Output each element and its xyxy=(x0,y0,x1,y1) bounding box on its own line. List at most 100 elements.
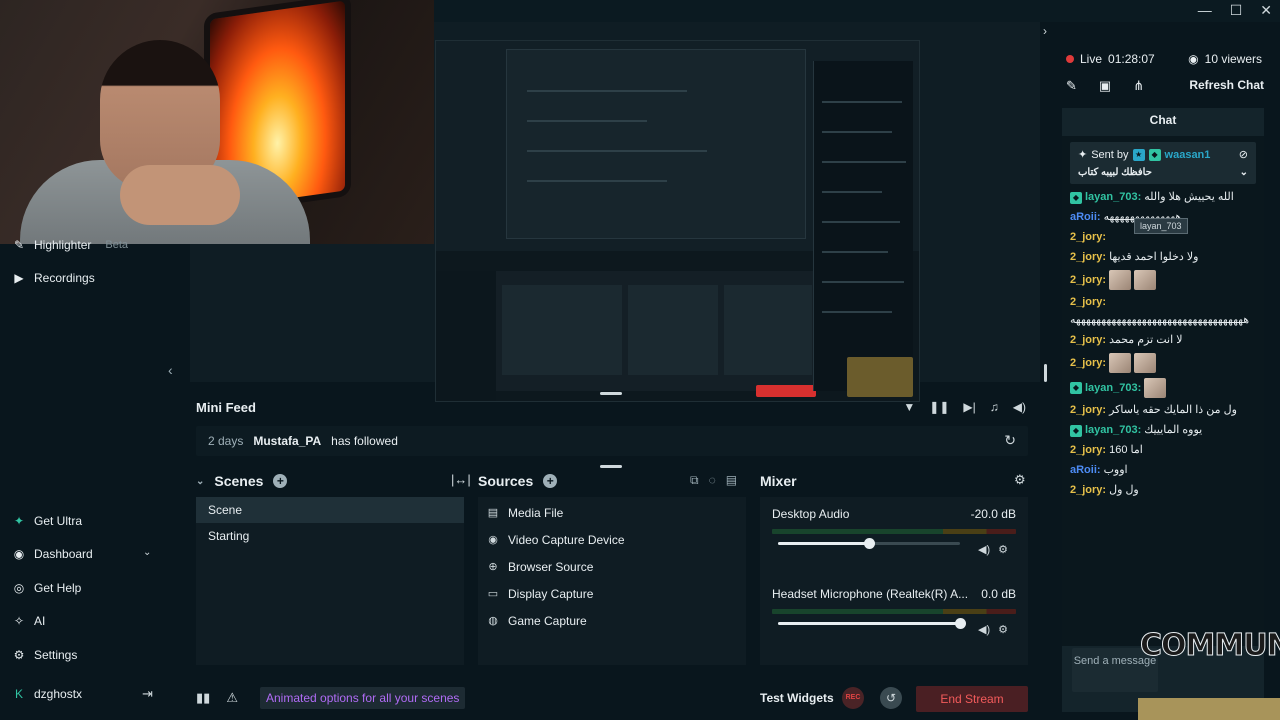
chat-username[interactable]: 2_jory: xyxy=(1070,443,1106,458)
chat-username[interactable]: 2_jory: xyxy=(1070,356,1106,371)
beta-badge: Beta xyxy=(105,239,129,251)
pause-icon[interactable]: ❚❚ xyxy=(929,400,949,414)
volume-slider[interactable] xyxy=(778,618,966,629)
source-item-video-capture[interactable]: ◉ Video Capture Device xyxy=(478,526,746,553)
slider-knob[interactable] xyxy=(955,618,966,629)
chat-message[interactable]: ◆ layan_703: الله يحييش هلا والله xyxy=(1070,190,1256,205)
bell-icon[interactable]: ♫ xyxy=(990,400,999,414)
add-scene-button[interactable]: + xyxy=(273,474,288,488)
scene-transition-icon[interactable]: |↔| xyxy=(451,472,471,487)
sidebar-item-get-ultra[interactable]: ✦ Get Ultra xyxy=(12,514,82,528)
chat-message[interactable]: 2_jory: ول من ذا المايك حقه ياساكر xyxy=(1070,403,1256,418)
logout-icon[interactable]: ⇥ xyxy=(142,686,153,702)
chat-username[interactable]: 2_jory: xyxy=(1070,403,1106,418)
chat-username[interactable]: 2_jory: xyxy=(1070,230,1106,245)
chat-resize-handle[interactable] xyxy=(1044,364,1047,382)
chat-message[interactable]: 2_jory: xyxy=(1070,270,1256,290)
emote-image xyxy=(1144,378,1167,398)
skip-icon[interactable]: ▶| xyxy=(963,400,975,414)
source-item-display-capture[interactable]: ▭ Display Capture xyxy=(478,580,746,607)
chat-message[interactable]: 2_jory: اما 160 xyxy=(1070,443,1256,458)
alert-icon[interactable]: ⚠ xyxy=(226,690,238,706)
maximize-icon[interactable]: ☐ xyxy=(1230,2,1243,19)
source-item-media-file[interactable]: ▤ Media File xyxy=(478,499,746,526)
end-stream-button[interactable]: End Stream xyxy=(916,686,1028,712)
chat-username[interactable]: layan_703: xyxy=(1085,190,1141,205)
chat-message[interactable]: 2_jory: لا انت تزم محمد xyxy=(1070,333,1256,348)
sidebar-item-dashboard[interactable]: ◉ Dashboard xyxy=(12,547,93,561)
volume-icon[interactable]: ◀) xyxy=(1013,400,1026,414)
rec-button[interactable]: REC xyxy=(842,687,864,709)
test-widgets-button[interactable]: Test Widgets xyxy=(760,691,834,705)
replay-event-icon[interactable]: ↻ xyxy=(1004,432,1016,449)
filter-icon[interactable]: ▼ xyxy=(903,400,915,414)
sidebar-item-ai[interactable]: ✧ AI xyxy=(12,614,45,628)
emote-image xyxy=(1109,353,1132,373)
live-status: Live 01:28:07 xyxy=(1066,52,1155,66)
mixer-settings-icon[interactable]: ⚙ xyxy=(1014,472,1026,488)
sidebar-item-settings[interactable]: ⚙ Settings xyxy=(12,648,78,662)
stats-icon[interactable]: ▮▮ xyxy=(196,690,210,706)
speaker-icon[interactable]: ◀) xyxy=(978,543,990,556)
gear-icon[interactable]: ⚙ xyxy=(998,623,1008,636)
scene-item[interactable]: Scene xyxy=(196,497,464,523)
sidebar-item-highlighter[interactable]: ✎ Highlighter Beta xyxy=(12,238,128,252)
add-source-button[interactable]: + xyxy=(543,474,558,488)
replay-buffer-icon[interactable]: ↺ xyxy=(880,687,902,709)
mini-feed-controls: ▼ ❚❚ ▶| ♫ ◀) xyxy=(903,400,1026,414)
volume-slider[interactable] xyxy=(778,538,960,549)
chevron-down-icon[interactable]: ⌄ xyxy=(1240,167,1248,178)
chat-username[interactable]: layan_703: xyxy=(1085,381,1141,396)
chat-username[interactable]: 2_jory: xyxy=(1070,250,1106,265)
ai-icon: ✧ xyxy=(13,614,25,628)
expand-chat-icon[interactable]: › xyxy=(1043,24,1047,38)
collapse-icon[interactable]: ⌄ xyxy=(196,476,204,487)
scenes-header: ⌄ Scenes + xyxy=(196,470,288,492)
chat-username[interactable]: layan_703: xyxy=(1085,423,1141,438)
hide-icon[interactable]: ⊘ xyxy=(1239,148,1248,161)
chat-username[interactable]: aRoii: xyxy=(1070,210,1101,225)
source-item-game-capture[interactable]: ◍ Game Capture xyxy=(478,607,746,634)
refresh-chat-button[interactable]: Refresh Chat xyxy=(1189,78,1264,92)
speaker-icon[interactable]: ◀) xyxy=(978,623,990,636)
chat-username[interactable]: 2_jory: xyxy=(1070,333,1106,348)
scene-item[interactable]: Starting xyxy=(196,523,464,549)
preview-resize-handle[interactable] xyxy=(600,392,622,395)
gear-icon[interactable]: ⚙ xyxy=(998,543,1008,556)
group-icon[interactable]: ⧉ xyxy=(690,473,699,488)
sidebar-item-get-help[interactable]: ◎ Get Help xyxy=(12,581,82,595)
chat-username[interactable]: 2_jory: xyxy=(1070,273,1106,288)
sidebar-item-recordings[interactable]: ▶ Recordings xyxy=(12,271,94,285)
chat-message[interactable]: 2_jory: ول ول xyxy=(1070,483,1256,498)
share-icon[interactable]: ⋔ xyxy=(1133,78,1144,94)
nested-preview xyxy=(506,49,806,239)
dock-resize-handle[interactable] xyxy=(600,465,622,468)
chevron-down-icon[interactable]: ⌄ xyxy=(143,547,151,558)
sidebar-user[interactable]: K dzghostx xyxy=(12,687,82,701)
slider-knob[interactable] xyxy=(864,538,875,549)
pinned-message[interactable]: ✦ Sent by ★ ◆ waasan1 ⊘ حافظك لبيبه كتاب… xyxy=(1070,142,1256,184)
collapse-sidebar-icon[interactable]: ‹ xyxy=(168,362,173,378)
audio-icon[interactable]: ◌ xyxy=(709,473,716,488)
help-icon: ◎ xyxy=(13,581,25,595)
edit-icon[interactable]: ✎ xyxy=(1066,78,1077,94)
animated-options-banner[interactable]: Animated options for all your scenes xyxy=(260,687,466,709)
chat-username[interactable]: 2_jory: xyxy=(1070,295,1106,310)
viewers-label: 10 viewers xyxy=(1204,52,1262,66)
minimize-icon[interactable]: — xyxy=(1198,2,1212,19)
streamlabs-desktop-window: — ☐ ✕ ‹ › ✎ Highlighter Beta ▶ Recording… xyxy=(0,0,1280,720)
source-item-browser-source[interactable]: ⊕ Browser Source xyxy=(478,553,746,580)
chat-message[interactable]: aRoii: اووب xyxy=(1070,463,1256,478)
folder-icon[interactable]: ▤ xyxy=(726,473,737,488)
chat-message[interactable]: 2_jory: ولا دخلوا احمد قديها xyxy=(1070,250,1256,265)
chat-username[interactable]: aRoii: xyxy=(1070,463,1101,478)
chat-message[interactable]: 2_jory: ههههههههههههههههههههههههههههههههه… xyxy=(1070,295,1256,328)
chat-username[interactable]: 2_jory: xyxy=(1070,483,1106,498)
chat-message[interactable]: ◆ layan_703: يووه المايييك xyxy=(1070,423,1256,438)
chat-message[interactable]: 2_jory: xyxy=(1070,353,1256,373)
close-icon[interactable]: ✕ xyxy=(1260,2,1272,19)
chat-message[interactable]: ◆ layan_703: xyxy=(1070,378,1256,398)
sidebar-item-label: Settings xyxy=(34,648,78,662)
live-label: Live xyxy=(1080,52,1103,66)
pin-icon[interactable]: ▣ xyxy=(1099,78,1111,94)
